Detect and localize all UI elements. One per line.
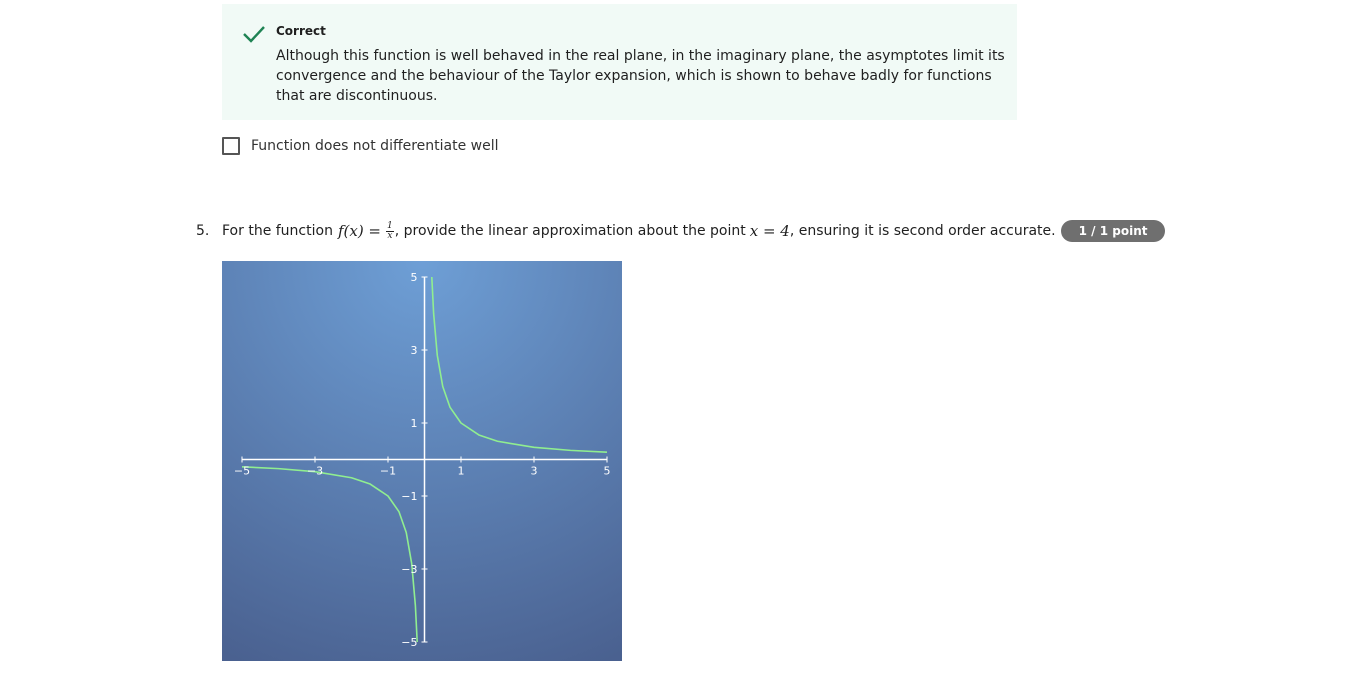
- y-tick-label: 3: [411, 344, 418, 357]
- question-number: 5.: [196, 223, 210, 239]
- question-text-before: For the function: [222, 223, 333, 239]
- points-badge: 1 / 1 point: [1060, 220, 1166, 242]
- x-tick-label: −5: [234, 465, 250, 478]
- y-tick-label: −1: [401, 490, 417, 503]
- x-tick-label: −3: [307, 465, 323, 478]
- y-tick-label: −3: [401, 563, 417, 576]
- x-tick-label: 3: [531, 465, 538, 478]
- math-fx: f(x) =: [337, 222, 382, 240]
- fraction-1-over-x: 1 x: [386, 220, 394, 241]
- y-tick-label: 1: [411, 417, 418, 430]
- option-label: Function does not differentiate well: [251, 138, 499, 154]
- x-tick-label: 1: [458, 465, 465, 478]
- y-tick-label: −5: [401, 636, 417, 649]
- y-tick-label: 5: [411, 271, 418, 284]
- question-text-middle: , provide the linear approximation about…: [394, 223, 746, 239]
- question-text-after: , ensuring it is second order accurate.: [789, 223, 1056, 239]
- feedback-status: Correct: [276, 24, 326, 38]
- feedback-panel: Correct Although this function is well b…: [222, 4, 1017, 120]
- x-tick-label: −1: [380, 465, 396, 478]
- x-tick-label: 5: [604, 465, 611, 478]
- function-plot: −5 −3 −1 1 3 5 5 3 1 −1 −3 −5: [222, 261, 622, 661]
- answer-option[interactable]: Function does not differentiate well: [222, 136, 499, 156]
- plot-background: [222, 261, 622, 661]
- option-checkbox[interactable]: [222, 137, 240, 155]
- plot-svg: −5 −3 −1 1 3 5 5 3 1 −1 −3 −5: [222, 261, 622, 661]
- question-5: 5. For the function f(x) = 1 x , provide…: [196, 218, 1166, 244]
- feedback-message: Although this function is well behaved i…: [276, 48, 1005, 104]
- fraction-numerator: 1: [386, 220, 394, 232]
- math-point: x = 4: [749, 222, 790, 240]
- fraction-denominator: x: [387, 230, 393, 241]
- check-icon: [243, 26, 265, 43]
